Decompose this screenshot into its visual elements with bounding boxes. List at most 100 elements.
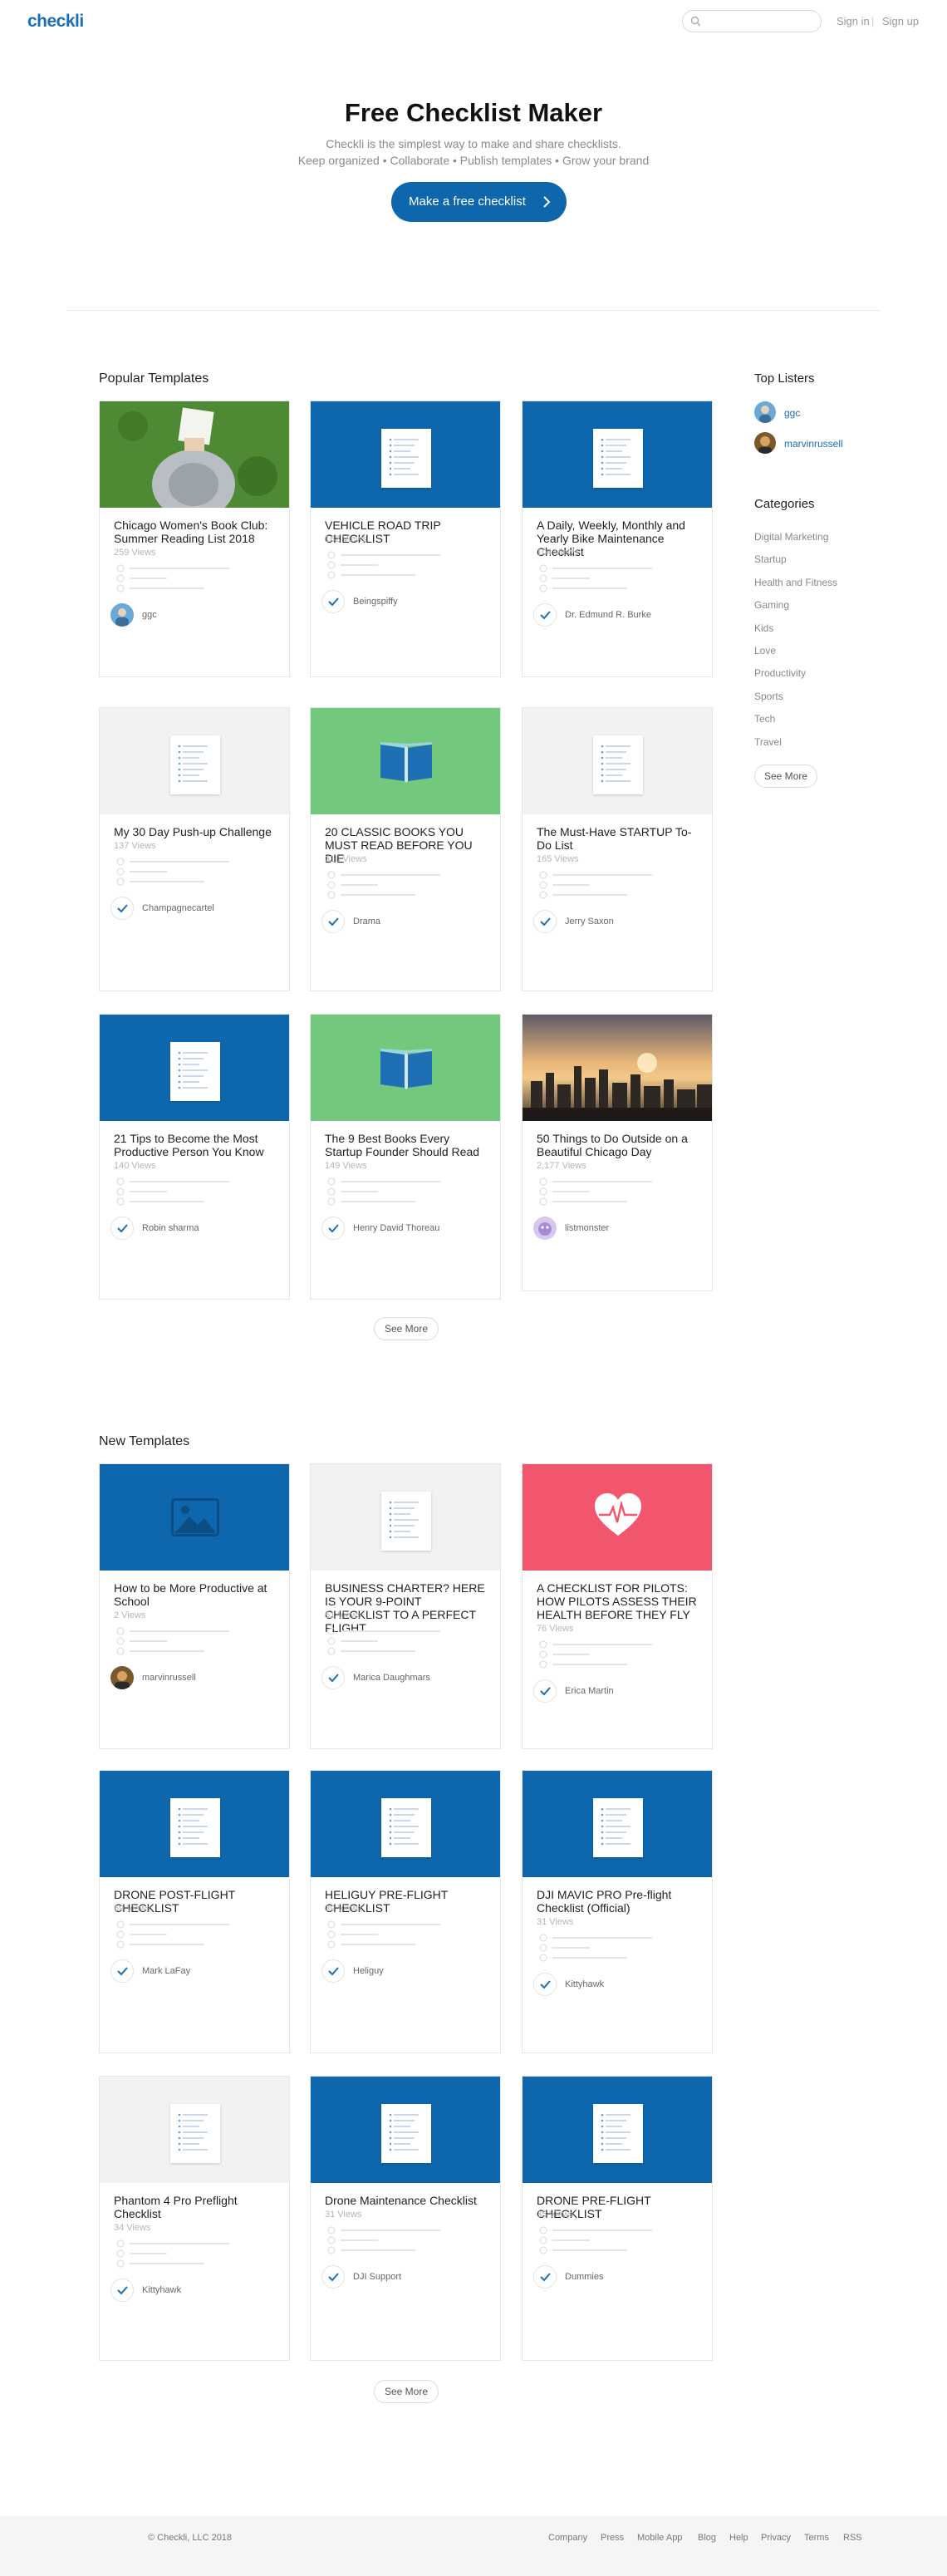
template-card[interactable]: A Daily, Weekly, Monthly and Yearly Bike… [522,401,713,677]
template-title[interactable]: Drone Maintenance Checklist [325,2194,488,2207]
template-thumbnail[interactable] [523,2077,712,2183]
template-thumbnail[interactable] [523,708,712,814]
category-link[interactable]: Kids [754,622,773,634]
template-thumbnail[interactable] [523,1015,712,1121]
checklist-doc-icon [593,2104,643,2163]
checklist-preview [100,1627,291,1655]
template-thumbnail[interactable] [523,1771,712,1877]
checklist-doc-icon [170,735,220,794]
template-title[interactable]: How to be More Productive at School [114,1581,277,1608]
categories-see-more-button[interactable]: See More [754,764,817,788]
template-card[interactable]: The 9 Best Books Every Startup Founder S… [310,1014,501,1300]
template-card[interactable]: 20 CLASSIC BOOKS YOU MUST READ BEFORE YO… [310,707,501,991]
template-card[interactable]: Chicago Women's Book Club: Summer Readin… [99,401,290,677]
template-thumbnail[interactable] [100,2077,289,2183]
checkli-author-badge [110,897,134,920]
category-link[interactable]: Sports [754,691,783,702]
template-card[interactable]: HELIGUY PRE-FLIGHT CHECKLIST 39 Views Heli… [310,1770,501,2053]
footer-link-company[interactable]: Company [548,2533,587,2543]
checklist-preview [311,1177,502,1206]
category-link[interactable]: Productivity [754,667,806,679]
template-title[interactable]: The 9 Best Books Every Startup Founder S… [325,1132,488,1158]
new-see-more-button[interactable]: See More [374,2380,439,2403]
author-avatar [533,1217,557,1240]
footer-link-terms[interactable]: Terms [804,2533,829,2543]
checkli-author-badge [321,1666,345,1689]
footer-link-rss[interactable]: RSS [843,2533,862,2543]
checklist-doc-icon [593,735,643,794]
chevron-right-icon [543,196,551,208]
template-thumbnail[interactable] [311,2077,500,2183]
footer-link-blog[interactable]: Blog [698,2533,716,2543]
checklist-preview-lines [116,1627,229,1655]
search-box[interactable] [682,10,822,32]
lister-name: ggc [784,407,801,419]
category-link[interactable]: Travel [754,736,782,748]
template-card[interactable]: DRONE PRE-FLIGHT CHECKLIST 35 Views Dummie… [522,2076,713,2361]
checkmark-icon [117,1224,128,1232]
template-thumbnail[interactable] [311,708,500,814]
category-link[interactable]: Startup [754,553,787,565]
template-title[interactable]: 21 Tips to Become the Most Productive Pe… [114,1132,277,1158]
template-title[interactable]: The Must-Have STARTUP To-Do List [537,825,699,852]
template-thumbnail[interactable] [100,708,289,814]
checklist-preview-lines [539,2226,652,2254]
template-card[interactable]: Drone Maintenance Checklist 31 Views DJI S… [310,2076,501,2361]
template-card[interactable]: VEHICLE ROAD TRIP CHECKLIST 162 Views Bein… [310,401,501,677]
template-thumbnail[interactable] [311,1771,500,1877]
template-thumbnail[interactable] [100,1771,289,1877]
template-card[interactable]: The Must-Have STARTUP To-Do List 165 View… [522,707,713,991]
template-views: 165 Views [537,854,579,864]
category-link[interactable]: Love [754,645,776,656]
template-thumbnail[interactable] [311,1015,500,1121]
template-thumbnail[interactable] [523,1464,712,1571]
checkli-author-badge [533,603,557,627]
footer-link-privacy[interactable]: Privacy [761,2533,791,2543]
author-name: Kittyhawk [565,1979,605,1989]
checklist-preview-lines [327,1627,440,1655]
category-link[interactable]: Gaming [754,599,789,611]
checklist-preview-lines [116,858,229,886]
template-title[interactable]: A CHECKLIST FOR PILOTS: HOW PILOTS ASSES… [537,1581,699,1621]
popular-see-more-button[interactable]: See More [374,1317,439,1340]
category-link[interactable]: Health and Fitness [754,577,837,588]
template-thumbnail[interactable] [523,401,712,508]
template-title[interactable]: Chicago Women's Book Club: Summer Readin… [114,519,277,545]
template-card[interactable]: My 30 Day Push-up Challenge 137 Views Cham… [99,707,290,991]
template-card[interactable]: Phantom 4 Pro Preflight Checklist 34 View… [99,2076,290,2361]
template-card[interactable]: DJI MAVIC PRO Pre-flight Checklist (Offi… [522,1770,713,2053]
checklist-preview [311,551,502,579]
footer-link-help[interactable]: Help [729,2533,748,2543]
template-thumbnail[interactable] [100,1464,289,1571]
template-thumbnail[interactable] [100,1015,289,1121]
book-club-photo [100,401,289,508]
template-card[interactable]: 21 Tips to Become the Most Productive Pe… [99,1014,290,1300]
template-card[interactable]: DRONE POST-FLIGHT CHECKLIST 69 Views Mark … [99,1770,290,2053]
sign-up-link[interactable]: Sign up [882,15,919,27]
make-free-checklist-button[interactable]: Make a free checklist [391,182,567,222]
checkli-logo[interactable]: checkli [27,12,84,32]
template-thumbnail[interactable] [311,401,500,508]
template-title[interactable]: 50 Things to Do Outside on a Beautiful C… [537,1132,699,1158]
template-thumbnail[interactable] [100,401,289,508]
template-views: 31 Views [325,2210,362,2220]
search-input[interactable] [706,14,814,29]
template-thumbnail[interactable] [311,1464,500,1571]
template-title[interactable]: My 30 Day Push-up Challenge [114,825,277,838]
category-link[interactable]: Tech [754,713,775,725]
template-card[interactable]: BUSINESS CHARTER? HERE IS YOUR 9-POINT C… [310,1463,501,1749]
template-title[interactable]: Phantom 4 Pro Preflight Checklist [114,2194,277,2220]
template-card[interactable]: A CHECKLIST FOR PILOTS: HOW PILOTS ASSES… [522,1463,713,1749]
sign-in-link[interactable]: Sign in [837,15,870,27]
checklist-preview [523,1177,714,1206]
footer-link-press[interactable]: Press [601,2533,624,2543]
categories-title: Categories [754,497,815,511]
nav-separator: | [871,15,875,27]
checklist-preview [311,871,502,899]
category-link[interactable]: Digital Marketing [754,531,828,543]
template-card[interactable]: How to be More Productive at School 2 Vie… [99,1463,290,1749]
template-title[interactable]: DJI MAVIC PRO Pre-flight Checklist (Offi… [537,1888,699,1915]
checklist-doc-icon [381,2104,431,2163]
template-card[interactable]: 50 Things to Do Outside on a Beautiful C… [522,1014,713,1291]
footer-link-mobile-app[interactable]: Mobile App [637,2533,682,2543]
